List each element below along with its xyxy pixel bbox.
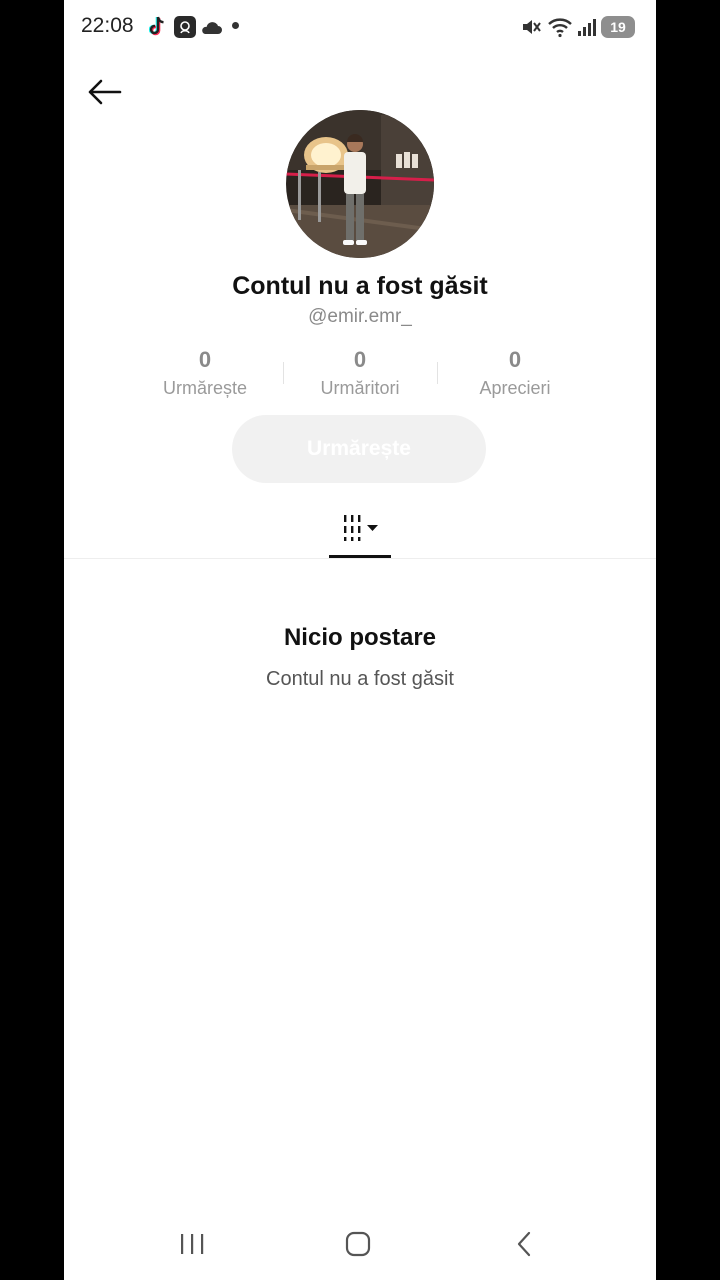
system-back-button[interactable] xyxy=(504,1228,544,1260)
grid-dropdown-icon xyxy=(344,515,378,541)
stats-divider xyxy=(283,362,284,384)
stat-likes-label: Aprecieri xyxy=(479,378,551,398)
system-navigation-bar xyxy=(64,1210,656,1280)
battery-icon: 19 xyxy=(601,16,635,38)
status-time: 22:08 xyxy=(81,14,134,37)
stats-divider xyxy=(437,362,438,384)
follow-button[interactable]: Urmărește xyxy=(232,415,486,483)
status-bar: 22:08 19 xyxy=(64,0,656,54)
stat-followers[interactable]: 0 Urmăritori xyxy=(285,345,435,401)
home-icon xyxy=(345,1231,371,1257)
arrow-left-icon xyxy=(88,79,122,105)
home-button[interactable] xyxy=(338,1228,378,1260)
stat-likes: 0 Aprecieri xyxy=(440,345,590,401)
stat-followers-label: Urmăritori xyxy=(320,378,400,398)
profile-handle: @emir.emr_ xyxy=(308,306,412,327)
app-screen: 22:08 19 Contul nu a fost găsit @emir.em… xyxy=(64,0,656,1280)
notification-dot-icon xyxy=(232,22,239,29)
avatar xyxy=(286,110,434,258)
recent-apps-icon xyxy=(181,1234,204,1254)
back-button[interactable] xyxy=(84,72,124,112)
tab-videos[interactable] xyxy=(329,505,391,559)
profile-title: Contul nu a fost găsit xyxy=(232,272,488,300)
cloud-icon xyxy=(200,19,222,35)
stat-likes-value: 0 xyxy=(508,347,522,372)
stat-following[interactable]: 0 Urmărește xyxy=(130,345,280,401)
signal-icon xyxy=(576,16,598,38)
tabs-divider xyxy=(64,558,656,559)
profile-stats: 0 Urmărește 0 Urmăritori 0 Aprecieri xyxy=(64,345,656,405)
tiktok-icon xyxy=(148,14,168,38)
empty-state-title: Nicio postare xyxy=(283,624,437,651)
mute-icon xyxy=(519,16,543,38)
empty-state-subtitle: Contul nu a fost găsit xyxy=(266,668,454,690)
recent-apps-button[interactable] xyxy=(172,1228,212,1260)
back-icon xyxy=(517,1231,531,1257)
app-icon xyxy=(174,16,196,38)
wifi-icon xyxy=(547,16,573,38)
stat-following-label: Urmărește xyxy=(162,378,247,398)
stat-followers-value: 0 xyxy=(353,347,367,372)
stat-following-value: 0 xyxy=(198,347,212,372)
